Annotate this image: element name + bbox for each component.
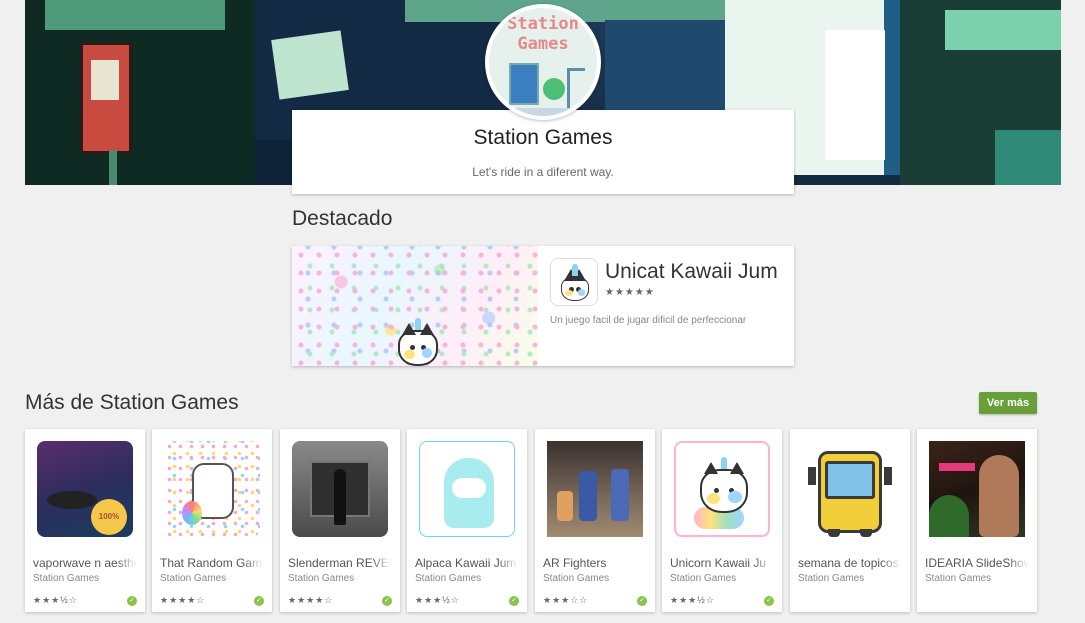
app-developer[interactable]: Station Games — [798, 573, 864, 584]
app-rating-stars: ★★★½☆ — [33, 595, 78, 605]
featured-app-description: Un juego facil de jugar dificil de perfe… — [550, 315, 747, 326]
app-title[interactable]: Alpaca Kawaii Jum — [415, 556, 519, 570]
app-developer[interactable]: Station Games — [670, 573, 736, 584]
app-developer[interactable]: Station Games — [288, 573, 354, 584]
app-card[interactable]: 100% FREE vaporwave n aesthe Station Gam… — [25, 429, 145, 612]
app-title[interactable]: IDEARIA SlideShow — [925, 556, 1029, 570]
installed-check-icon: ✓ — [127, 596, 137, 606]
developer-page: Station Games Station Games Let's ride in… — [0, 0, 1085, 623]
app-card[interactable]: IDEARIA SlideShow Station Games — [917, 429, 1037, 612]
app-rating-stars: ★★★★☆ — [160, 595, 206, 605]
app-card[interactable]: AR Fighters Station Games ★★★☆☆ ✓ — [535, 429, 655, 612]
featured-promo-image — [292, 246, 538, 366]
developer-info-card: Station Games Let's ride in a diferent w… — [292, 110, 794, 194]
app-card[interactable]: Alpaca Kawaii Jum Station Games ★★★½☆ ✓ — [407, 429, 527, 612]
app-title[interactable]: That Random Gam — [160, 556, 264, 570]
app-card[interactable]: Slenderman REVEN Station Games ★★★★☆ ✓ — [280, 429, 400, 612]
app-grid: 100% FREE vaporwave n aesthe Station Gam… — [25, 429, 1037, 612]
installed-check-icon: ✓ — [764, 596, 774, 606]
app-title[interactable]: Slenderman REVEN — [288, 556, 392, 570]
featured-app-title[interactable]: Unicat Kawaii Jum — [605, 260, 790, 284]
featured-app-card[interactable]: Unicat Kawaii Jum ★★★★★ Un juego facil d… — [292, 246, 794, 366]
installed-check-icon: ✓ — [637, 596, 647, 606]
featured-rating-stars: ★★★★★ — [605, 287, 655, 298]
app-title[interactable]: Unicorn Kawaii Ju — [670, 556, 774, 570]
see-more-button[interactable]: Ver más — [979, 392, 1037, 414]
app-icon[interactable] — [929, 441, 1025, 537]
developer-logo: Station Games — [485, 4, 601, 120]
app-title[interactable]: vaporwave n aesthe — [33, 556, 137, 570]
app-title[interactable]: AR Fighters — [543, 556, 647, 570]
app-developer[interactable]: Station Games — [415, 573, 481, 584]
more-apps-heading: Más de Station Games — [25, 391, 239, 414]
app-icon[interactable] — [164, 441, 260, 537]
installed-check-icon: ✓ — [254, 596, 264, 606]
installed-check-icon: ✓ — [509, 596, 519, 606]
app-icon[interactable] — [674, 441, 770, 537]
app-card[interactable]: semana de topicos Station Games — [790, 429, 910, 612]
app-icon[interactable]: 100% FREE — [37, 441, 133, 537]
app-icon[interactable] — [292, 441, 388, 537]
app-icon[interactable] — [419, 441, 515, 537]
developer-tagline: Let's ride in a diferent way. — [472, 165, 614, 179]
app-rating-stars: ★★★½☆ — [415, 595, 460, 605]
app-developer[interactable]: Station Games — [33, 573, 99, 584]
app-rating-stars: ★★★☆☆ — [543, 595, 589, 605]
installed-check-icon: ✓ — [382, 596, 392, 606]
app-title[interactable]: semana de topicos — [798, 556, 902, 570]
unicorn-cat-icon — [398, 318, 438, 366]
app-rating-stars: ★★★½☆ — [670, 595, 715, 605]
app-card[interactable]: Unicorn Kawaii Ju Station Games ★★★½☆ ✓ — [662, 429, 782, 612]
app-icon[interactable] — [547, 441, 643, 537]
featured-heading: Destacado — [292, 207, 393, 230]
app-rating-stars: ★★★★☆ — [288, 595, 334, 605]
app-developer[interactable]: Station Games — [925, 573, 991, 584]
app-icon[interactable] — [802, 441, 898, 537]
featured-app-icon[interactable] — [550, 258, 598, 306]
app-card[interactable]: That Random Gam Station Games ★★★★☆ ✓ — [152, 429, 272, 612]
app-developer[interactable]: Station Games — [543, 573, 609, 584]
app-developer[interactable]: Station Games — [160, 573, 226, 584]
developer-name: Station Games — [473, 126, 613, 149]
